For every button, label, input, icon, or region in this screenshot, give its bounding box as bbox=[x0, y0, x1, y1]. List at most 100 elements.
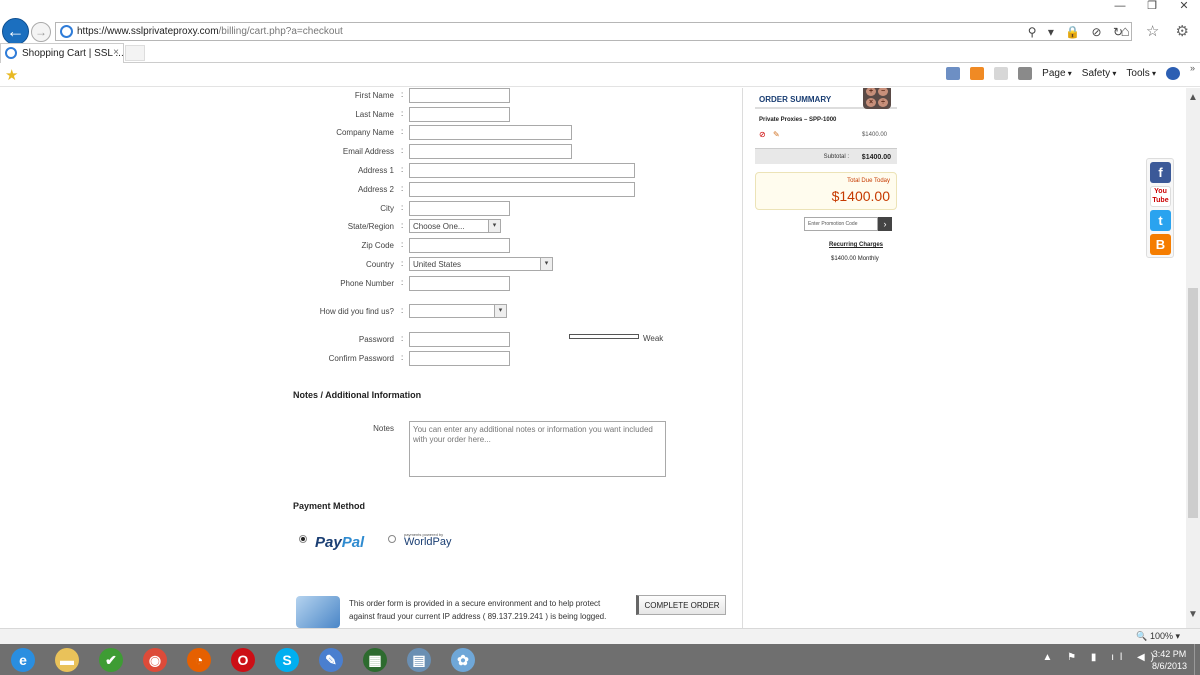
address-url[interactable]: https://www.sslprivateproxy.com/billing/… bbox=[77, 26, 343, 37]
field-input[interactable] bbox=[409, 351, 510, 366]
field-label: Zip Code bbox=[361, 241, 394, 250]
firefox-icon: ◔ bbox=[187, 648, 211, 672]
maximize-button[interactable]: ❐ bbox=[1137, 0, 1167, 14]
subtotal-row: Subtotal : $1400.00 bbox=[755, 148, 897, 164]
worldpay-radio[interactable] bbox=[388, 535, 396, 543]
calculator-icon: + − × ÷ bbox=[863, 88, 891, 109]
complete-order-button[interactable]: COMPLETE ORDER bbox=[636, 595, 726, 615]
field-label: Confirm Password bbox=[328, 354, 394, 363]
promotion-code-input[interactable]: Enter Promotion Code bbox=[804, 217, 878, 231]
scroll-down-icon[interactable]: ▼ bbox=[1186, 609, 1200, 620]
tab-shopping-cart[interactable]: Shopping Cart | SSL ... × bbox=[0, 43, 124, 63]
taskbar-app-calculator[interactable]: ▤ bbox=[400, 646, 438, 673]
field-colon: : bbox=[401, 203, 404, 212]
field-input[interactable] bbox=[409, 201, 510, 216]
page-menu[interactable]: Page bbox=[1042, 68, 1072, 79]
remove-item-icon[interactable]: ⊘ bbox=[759, 130, 766, 139]
chevron-down-icon[interactable]: ▾ bbox=[488, 220, 500, 232]
scroll-thumb[interactable] bbox=[1188, 288, 1198, 518]
taskbar-app-firefox[interactable]: ◔ bbox=[180, 646, 218, 673]
taskbar-app-explorer[interactable]: ▬ bbox=[48, 646, 86, 673]
paypal-logo[interactable]: PayPal bbox=[315, 534, 364, 551]
taskbar-app-opera[interactable]: O bbox=[224, 646, 262, 673]
recurring-charges-link[interactable]: Recurring Charges bbox=[829, 242, 883, 248]
vertical-scrollbar[interactable]: ▲ ▼ bbox=[1186, 88, 1200, 628]
payment-section-title: Payment Method bbox=[293, 501, 366, 511]
scroll-up-icon[interactable]: ▲ bbox=[1186, 92, 1200, 103]
taskbar-app-notes[interactable]: ✎ bbox=[312, 646, 350, 673]
field-select[interactable]: Choose One... ▾ bbox=[409, 219, 501, 233]
clock-date: 8/6/2013 bbox=[1151, 661, 1187, 671]
taskbar-app-skype[interactable]: S bbox=[268, 646, 306, 673]
field-input[interactable] bbox=[409, 144, 572, 159]
more-commands-icon[interactable]: » bbox=[1190, 63, 1195, 73]
back-button[interactable]: ← bbox=[2, 18, 29, 45]
explorer-icon: ▬ bbox=[55, 648, 79, 672]
taskbar-app-chrome[interactable]: ◉ bbox=[136, 646, 174, 673]
facebook-icon[interactable]: f bbox=[1150, 162, 1171, 183]
field-input[interactable] bbox=[409, 276, 510, 291]
taskbar-app-paint[interactable]: ✿ bbox=[444, 646, 482, 673]
help-icon[interactable] bbox=[1166, 67, 1180, 80]
secure-notice: This order form is provided in a secure … bbox=[349, 599, 607, 621]
show-desktop-button[interactable] bbox=[1194, 644, 1200, 675]
paypal-radio[interactable] bbox=[299, 535, 307, 543]
field-colon: : bbox=[401, 240, 404, 249]
minimize-button[interactable]: — bbox=[1105, 0, 1135, 14]
field-input[interactable] bbox=[409, 107, 510, 122]
twitter-icon[interactable]: t bbox=[1150, 210, 1171, 231]
safety-menu[interactable]: Safety bbox=[1082, 68, 1117, 79]
form-row: Address 1: bbox=[0, 163, 742, 179]
paint-icon: ✿ bbox=[451, 648, 475, 672]
flag-icon: ▦ bbox=[363, 648, 387, 672]
field-label: Address 1 bbox=[357, 166, 394, 175]
home-icon[interactable] bbox=[946, 67, 961, 80]
blogger-icon[interactable]: B bbox=[1150, 234, 1171, 255]
feeds-icon[interactable] bbox=[970, 67, 985, 80]
field-input[interactable] bbox=[409, 88, 510, 103]
worldpay-logo[interactable]: payments powered by WorldPay bbox=[404, 532, 451, 548]
field-colon: : bbox=[401, 165, 404, 174]
home-favorites-settings-icons[interactable]: ⌂ ☆ ⚙ bbox=[1121, 22, 1195, 40]
tab-close-icon[interactable]: × bbox=[113, 47, 119, 58]
taskbar-clock[interactable]: 3:42 PM 8/6/2013 bbox=[1152, 648, 1187, 672]
mail-icon[interactable] bbox=[994, 67, 1009, 80]
field-input[interactable] bbox=[409, 125, 572, 140]
print-icon[interactable] bbox=[1018, 67, 1033, 80]
total-due-value: $1400.00 bbox=[831, 188, 890, 204]
forward-button[interactable]: → bbox=[31, 22, 51, 42]
field-input[interactable] bbox=[409, 182, 635, 197]
notes-textarea[interactable]: You can enter any additional notes or in… bbox=[409, 421, 666, 477]
taskbar-app-flag[interactable]: ▦ bbox=[356, 646, 394, 673]
field-input[interactable] bbox=[409, 163, 635, 178]
address-bar[interactable]: https://www.sslprivateproxy.com/billing/… bbox=[55, 22, 1132, 41]
youtube-icon[interactable]: You Tube bbox=[1150, 186, 1171, 207]
select-value: United States bbox=[413, 260, 462, 269]
address-bar-icons[interactable]: ⚲ ▾ 🔒 ⊘ ↻ bbox=[1028, 25, 1127, 39]
tools-menu[interactable]: Tools bbox=[1126, 68, 1156, 79]
taskbar-app-check[interactable]: ✔ bbox=[92, 646, 130, 673]
form-row: Phone Number: bbox=[0, 276, 742, 292]
order-summary-title: ORDER SUMMARY bbox=[759, 95, 832, 104]
chevron-down-icon[interactable]: ▾ bbox=[494, 305, 506, 317]
field-select[interactable]: ▾ bbox=[409, 304, 507, 318]
field-label: Country bbox=[365, 260, 394, 269]
total-due-box: Total Due Today $1400.00 bbox=[755, 172, 897, 210]
apply-promotion-button[interactable]: › bbox=[878, 217, 892, 231]
subtotal-value: $1400.00 bbox=[861, 154, 891, 161]
field-input[interactable] bbox=[409, 238, 510, 253]
field-input[interactable] bbox=[409, 332, 510, 347]
taskbar-app-ie[interactable]: e bbox=[4, 646, 42, 673]
field-colon: : bbox=[401, 278, 404, 287]
favorites-star-icon[interactable]: ★ bbox=[5, 66, 18, 84]
zoom-level[interactable]: 🔍 100% ▾ bbox=[1136, 631, 1180, 642]
field-label: First Name bbox=[354, 91, 394, 100]
system-tray-icons[interactable]: ▲ ⚑ ▮ ıl ◀) bbox=[1043, 652, 1161, 663]
edit-item-icon[interactable]: ✎ bbox=[773, 130, 780, 139]
field-select[interactable]: United States ▾ bbox=[409, 257, 553, 271]
calc-key-times: × bbox=[866, 98, 876, 107]
password-strength-label: Weak bbox=[643, 334, 664, 343]
new-tab-button[interactable] bbox=[125, 45, 145, 61]
chevron-down-icon[interactable]: ▾ bbox=[540, 258, 552, 270]
close-window-button[interactable]: ✕ bbox=[1169, 0, 1199, 14]
